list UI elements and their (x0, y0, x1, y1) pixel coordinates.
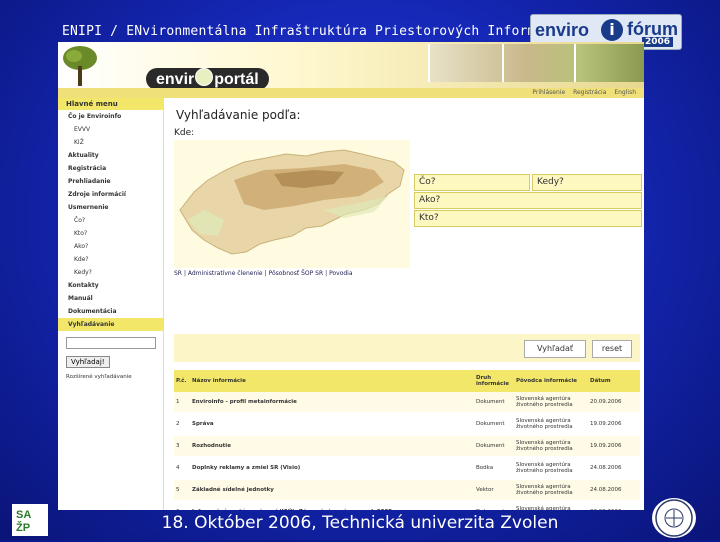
sidebar-item[interactable]: Prehliadanie (58, 175, 163, 188)
cell-date: 24.08.2006 (588, 479, 640, 502)
cell-name[interactable]: Doplnky reklamy a zmiel SR (Visio) (190, 457, 474, 480)
sidebar-item[interactable]: Usmernenie (58, 201, 163, 214)
cell-type: Dokument (474, 392, 514, 414)
sidebar-item[interactable]: Čo? (58, 214, 163, 227)
advanced-search-link[interactable]: Rozšírené vyhľadávanie (58, 374, 163, 380)
sidebar-item[interactable]: Aktuality (58, 149, 163, 162)
cell-originator: Slovenská agentúra životného prostredia (514, 435, 588, 458)
cell-date: 20.09.2006 (588, 392, 640, 414)
sidebar-item[interactable]: Kontakty (58, 279, 163, 292)
reset-button[interactable]: reset (592, 340, 632, 358)
cell-name[interactable]: Správa (190, 413, 474, 436)
table-header-row: P.č. Názov informácie Druh informácie Pô… (174, 370, 640, 392)
col-header-date: Dátum (588, 370, 640, 392)
col-header-name: Názov informácie (190, 370, 474, 392)
cell-number: 5 (174, 479, 190, 502)
sidebar-item[interactable]: Kedy? (58, 266, 163, 279)
slide-footer: 18. Október 2006, Technická univerzita Z… (161, 513, 559, 533)
main-content: Vyhľadávanie podľa: Kde: SR | Administrat… (170, 98, 644, 510)
cell-type: Dokument (474, 501, 514, 510)
search-button[interactable]: Vyhľadaj! (66, 356, 110, 368)
what-field[interactable]: Čo? (414, 174, 530, 191)
cell-date: 19.09.2006 (588, 413, 640, 436)
map-link-admin[interactable]: Administratívne členenie (188, 270, 263, 277)
cell-number: 2 (174, 413, 190, 436)
sidebar-item-search[interactable]: Vyhľadávanie (58, 318, 163, 331)
cell-name[interactable]: Rozhodnutie (190, 435, 474, 458)
tree-icon (63, 46, 97, 86)
cell-originator: Slovenská agentúra životného prostredia (514, 479, 588, 502)
sidebar-item[interactable]: Registrácia (58, 162, 163, 175)
table-row[interactable]: 2 Správa Dokument Slovenská agentúra životn… (174, 413, 640, 436)
search-submit-button[interactable]: Vyhľadať (524, 340, 586, 358)
cell-type: Vektor (474, 479, 514, 502)
slovakia-map[interactable] (174, 140, 410, 268)
cell-date: 22.08.2006 (588, 501, 640, 510)
sidebar: Hlavné menu Čo je Enviroinfo EVVV KIŽ Aktua… (58, 98, 164, 510)
map-links: SR | Administratívne členenie | Pôsobnosť … (174, 270, 353, 277)
sidebar-item[interactable]: EVVV (58, 123, 163, 136)
sidebar-heading: Hlavné menu (58, 98, 163, 110)
cell-type: Dokument (474, 413, 514, 436)
cell-number: 6 (174, 501, 190, 510)
logo-year: 2006 (641, 37, 673, 47)
sidebar-item[interactable]: Čo je Enviroinfo (58, 110, 163, 123)
results-table: P.č. Názov informácie Druh informácie Pô… (174, 370, 640, 510)
col-header-number: P.č. (174, 370, 190, 392)
col-header-type: Druh informácie (474, 370, 514, 392)
where-label: Kde: (174, 128, 195, 138)
cell-originator: Slovenská agentúra životného prostredia (514, 457, 588, 480)
who-field[interactable]: Kto? (414, 210, 642, 227)
login-link[interactable]: Prihlásenie (532, 89, 565, 96)
map-link-sop[interactable]: Pôsobnosť ŠOP SR (269, 270, 324, 277)
cell-number: 4 (174, 457, 190, 480)
cell-type: Dokument (474, 435, 514, 458)
when-field[interactable]: Kedy? (532, 174, 642, 191)
table-row[interactable]: 5 Základné sídelné jednotky Vektor Slovensk… (174, 479, 640, 502)
enviroportal-logo: envir portál (146, 68, 269, 90)
site-banner: envir portál (58, 42, 644, 90)
cell-name[interactable]: Enviroinfo - profil metainformácie (190, 392, 474, 414)
slovakia-map-shape (179, 149, 405, 255)
top-navigation: Prihlásenie Registrácia English (58, 88, 644, 98)
sidebar-item[interactable]: Ako? (58, 240, 163, 253)
banner-photos (428, 44, 644, 82)
how-field[interactable]: Ako? (414, 192, 642, 209)
cell-originator: Slovenská agentúra životného prostredia (514, 413, 588, 436)
cell-originator: Slovenská agentúra životného prostredia (514, 392, 588, 414)
map-link-sr[interactable]: SR (174, 270, 182, 277)
sidebar-item[interactable]: Dokumentácia (58, 305, 163, 318)
cell-number: 3 (174, 435, 190, 458)
sidebar-item[interactable]: Zdroje informácií (58, 188, 163, 201)
globe-icon (195, 68, 214, 86)
slide-title: ENIPI / ENvironmentálna Infraštruktúra P… (62, 24, 568, 39)
col-header-originator: Pôvodca informácie (514, 370, 588, 392)
table-row[interactable]: 6Informačný systém o území (ISÚ): Závere… (174, 501, 640, 510)
cell-name[interactable]: Informačný systém o území (ISÚ): Závereč… (190, 501, 474, 510)
logo-i-icon: i (601, 19, 623, 41)
cell-name[interactable]: Základné sídelné jednotky (190, 479, 474, 502)
logo-text-left: enviro (535, 20, 590, 40)
map-panel: Kde: (174, 128, 410, 268)
register-link[interactable]: Registrácia (573, 89, 606, 96)
sidebar-item[interactable]: Kto? (58, 227, 163, 240)
cell-number: 1 (174, 392, 190, 414)
sidebar-search-input[interactable] (66, 337, 156, 349)
table-row[interactable]: 3 Rozhodnutie Dokument Slovenská agentúra ž… (174, 435, 640, 458)
cell-date: 19.09.2006 (588, 435, 640, 458)
enviroportal-window: envir portál Prihlásenie Registrácia Engl… (58, 42, 644, 510)
cell-date: 24.08.2006 (588, 457, 640, 480)
cell-originator: Slovenská agentúra životného prostredia (514, 501, 588, 510)
sidebar-item[interactable]: Manuál (58, 292, 163, 305)
english-link[interactable]: English (614, 89, 636, 96)
table-row[interactable]: 4 Doplnky reklamy a zmiel SR (Visio) Bodka… (174, 457, 640, 480)
sidebar-item[interactable]: Kde? (58, 253, 163, 266)
search-bar: Vyhľadať reset (174, 334, 640, 362)
cell-type: Bodka (474, 457, 514, 480)
table-row[interactable]: 1 Enviroinfo - profil metainformácie Dokum… (174, 392, 640, 414)
map-link-povodia[interactable]: Povodia (329, 270, 352, 277)
page-title: Vyhľadávanie podľa: (176, 108, 301, 122)
sidebar-item[interactable]: KIŽ (58, 136, 163, 149)
